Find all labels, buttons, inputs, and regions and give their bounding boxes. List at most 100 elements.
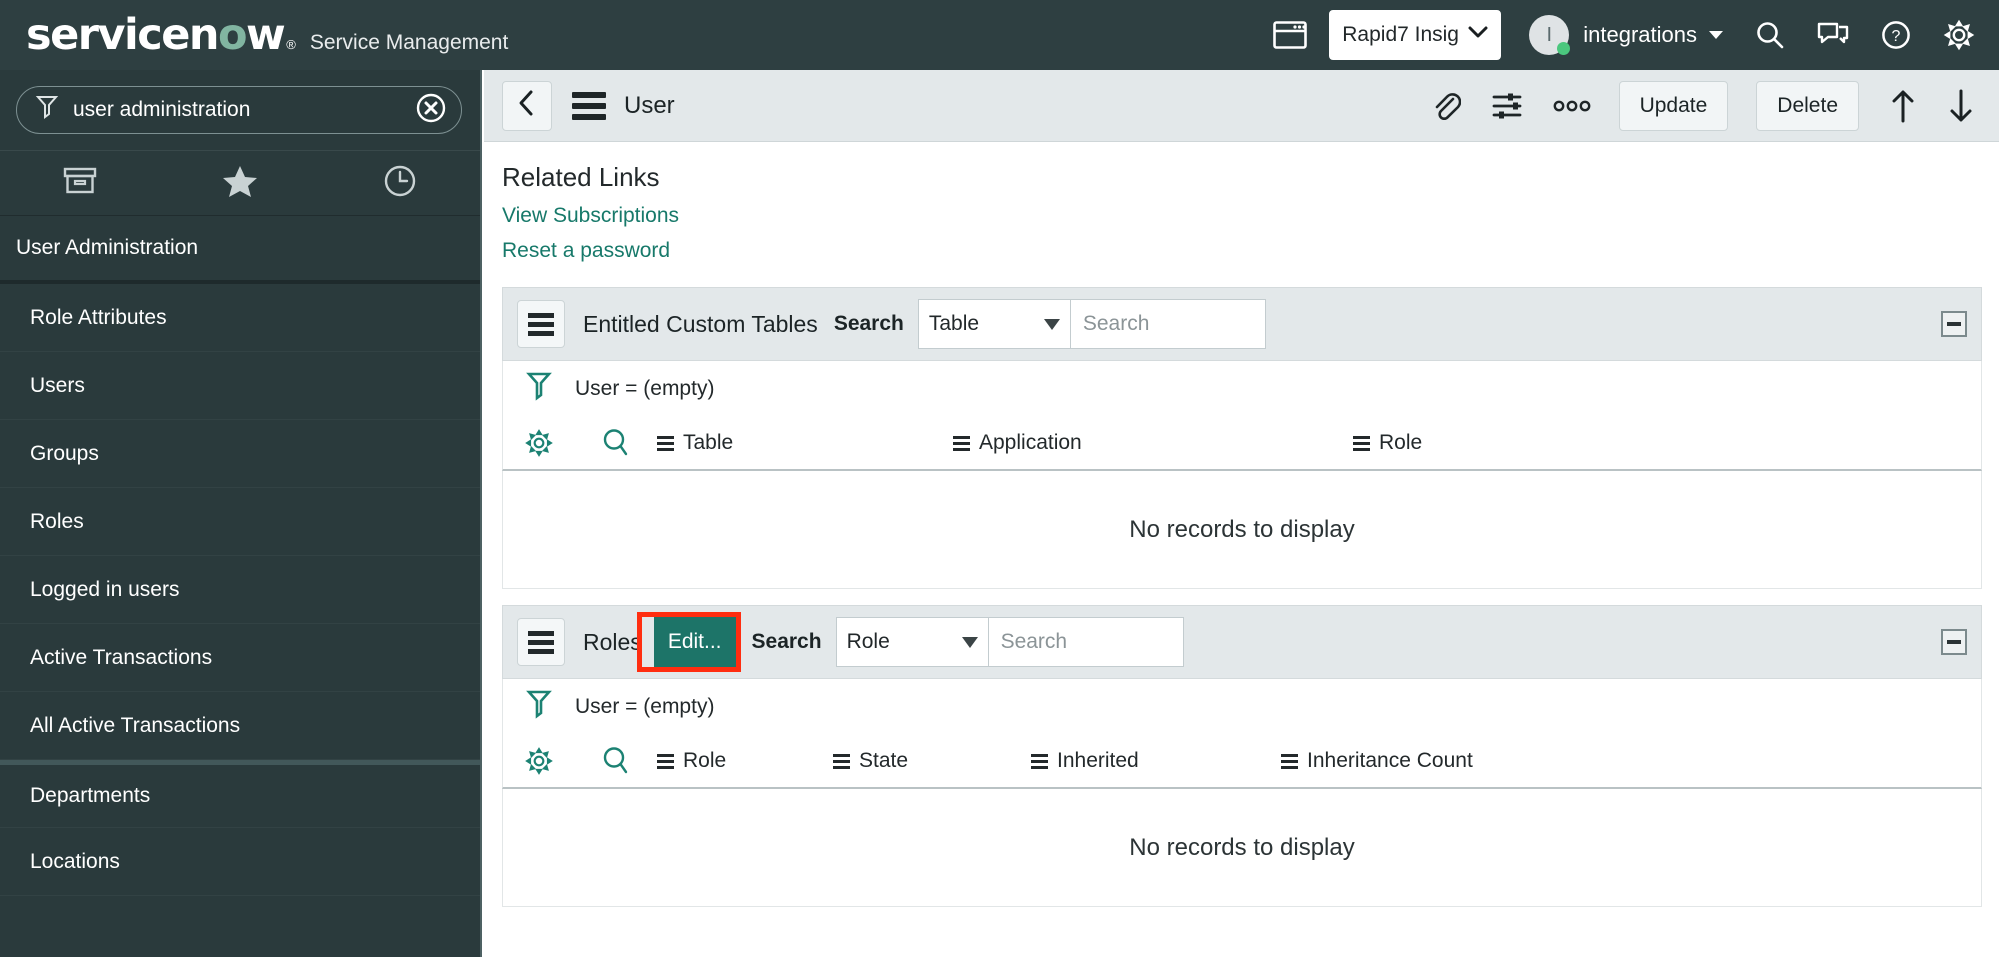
list-title[interactable]: Roles [583,629,642,656]
sliders-icon[interactable] [1491,90,1523,122]
logo-text: servicenow [26,14,284,57]
sidebar-section-title[interactable]: User Administration [0,216,480,284]
list-empty-message: No records to display [502,471,1982,589]
sidebar-item-favorites[interactable] [160,151,320,215]
list-context-menu-icon[interactable] [517,300,565,348]
list-search-toggle-icon[interactable] [575,427,657,459]
list-search-field-select[interactable]: Role [836,617,988,667]
avatar-initial: I [1546,24,1552,47]
sidebar-tabs [0,150,480,216]
sidebar-item-history[interactable] [320,151,480,215]
sidebar-item-groups[interactable]: Groups [0,420,480,488]
delete-button[interactable]: Delete [1756,81,1859,131]
online-status-dot [1557,42,1570,55]
filter-funnel-icon[interactable] [525,688,553,727]
clock-icon [383,164,417,203]
column-header-label: Role [683,749,726,773]
collapse-minus-icon[interactable] [1941,629,1967,655]
sidebar-item-list: Role Attributes Users Groups Roles Logge… [0,284,480,896]
related-links-title: Related Links [502,162,1999,193]
help-icon[interactable]: ? [1881,20,1911,50]
column-menu-icon [1353,436,1370,451]
banner-right-group: Rapid7 Insig I integrations ? [1273,10,1999,60]
servicenow-logo[interactable]: servicenow ® Service Management [0,14,508,57]
chevron-down-icon [962,637,978,648]
paperclip-icon[interactable] [1431,90,1461,122]
column-header-label: State [859,749,908,773]
browser-window-icon[interactable] [1273,21,1307,49]
sidebar-item-departments[interactable]: Departments [0,760,480,828]
list-filter-row: User = (empty) [502,679,1982,735]
back-button[interactable] [502,81,552,131]
column-menu-icon [833,754,850,769]
list-search-group: Table Search [918,299,1266,349]
sidebar-item-all-active-transactions[interactable]: All Active Transactions [0,692,480,760]
edit-button-highlight: Edit... [642,617,736,667]
column-header-role[interactable]: Role [1353,431,1422,455]
list-search-toggle-icon[interactable] [575,745,657,777]
user-menu[interactable]: I integrations [1529,15,1723,55]
personalize-list-gear-icon[interactable] [503,428,575,458]
list-title[interactable]: Entitled Custom Tables [583,311,818,338]
user-name-label: integrations [1583,22,1697,48]
list-entitled-custom-tables: Entitled Custom Tables Search Table Sear… [502,287,1982,589]
chevron-down-icon [1044,319,1060,330]
list-context-menu-icon[interactable] [517,618,565,666]
related-link-view-subscriptions[interactable]: View Subscriptions [502,204,1999,228]
conversation-icon[interactable] [1817,21,1849,49]
list-search-input[interactable]: Search [988,617,1184,667]
application-scope-selector[interactable]: Rapid7 Insig [1329,10,1501,60]
list-search-input[interactable]: Search [1070,299,1266,349]
top-banner: servicenow ® Service Management Rapid7 I… [0,0,1999,70]
application-scope-value: Rapid7 Insig [1342,23,1459,47]
update-button[interactable]: Update [1619,81,1729,131]
column-header-inheritance-count[interactable]: Inheritance Count [1281,749,1473,773]
list-empty-message: No records to display [502,789,1982,907]
sidebar-item-roles[interactable]: Roles [0,488,480,556]
gear-icon[interactable] [1943,19,1975,51]
related-link-reset-a-password[interactable]: Reset a password [502,239,1999,263]
edit-button[interactable]: Edit... [654,617,736,667]
collapse-minus-icon[interactable] [1941,311,1967,337]
archive-box-icon [62,165,98,202]
sidebar-item-logged-in-users[interactable]: Logged in users [0,556,480,624]
column-header-table[interactable]: Table [657,431,953,455]
column-header-role[interactable]: Role [657,749,833,773]
sidebar-item-locations[interactable]: Locations [0,828,480,896]
list-search-label: Search [834,312,904,336]
personalize-list-gear-icon[interactable] [503,746,575,776]
avatar: I [1529,15,1569,55]
sidebar-item-all-applications[interactable] [0,151,160,215]
arrow-down-icon[interactable] [1947,88,1975,124]
clear-circle-x-icon[interactable] [415,92,447,129]
list-search-field-value: Table [929,312,979,336]
list-column-headers: Table Application Role [502,417,1982,471]
related-links-section: Related Links View Subscriptions Reset a… [484,142,1999,271]
column-header-label: Role [1379,431,1422,455]
filter-funnel-icon [35,94,59,127]
filter-funnel-icon[interactable] [525,370,553,409]
column-header-application[interactable]: Application [953,431,1353,455]
column-header-inherited[interactable]: Inherited [1031,749,1281,773]
navigation-sidebar: user administration [0,70,482,957]
search-icon[interactable] [1755,20,1785,50]
column-header-label: Inheritance Count [1307,749,1473,773]
sidebar-item-users[interactable]: Users [0,352,480,420]
sidebar-item-active-transactions[interactable]: Active Transactions [0,624,480,692]
sidebar-item-role-attributes[interactable]: Role Attributes [0,284,480,352]
more-ellipsis-icon[interactable] [1553,99,1591,113]
arrow-up-icon[interactable] [1889,88,1917,124]
list-search-label: Search [752,630,822,654]
form-toolbar: User Update Delete [484,70,1999,142]
list-roles: Roles Edit... Search Role Search User = … [502,605,1982,907]
column-header-label: Inherited [1057,749,1139,773]
page-title: User [624,92,675,120]
list-search-group: Role Search [836,617,1184,667]
svg-text:?: ? [1892,28,1901,45]
column-header-state[interactable]: State [833,749,1031,773]
filter-navigator[interactable]: user administration [16,86,462,134]
column-menu-icon [657,436,674,451]
record-menu-hamburger-icon[interactable] [572,92,606,120]
filter-navigator-input[interactable]: user administration [73,98,415,122]
list-search-field-select[interactable]: Table [918,299,1070,349]
